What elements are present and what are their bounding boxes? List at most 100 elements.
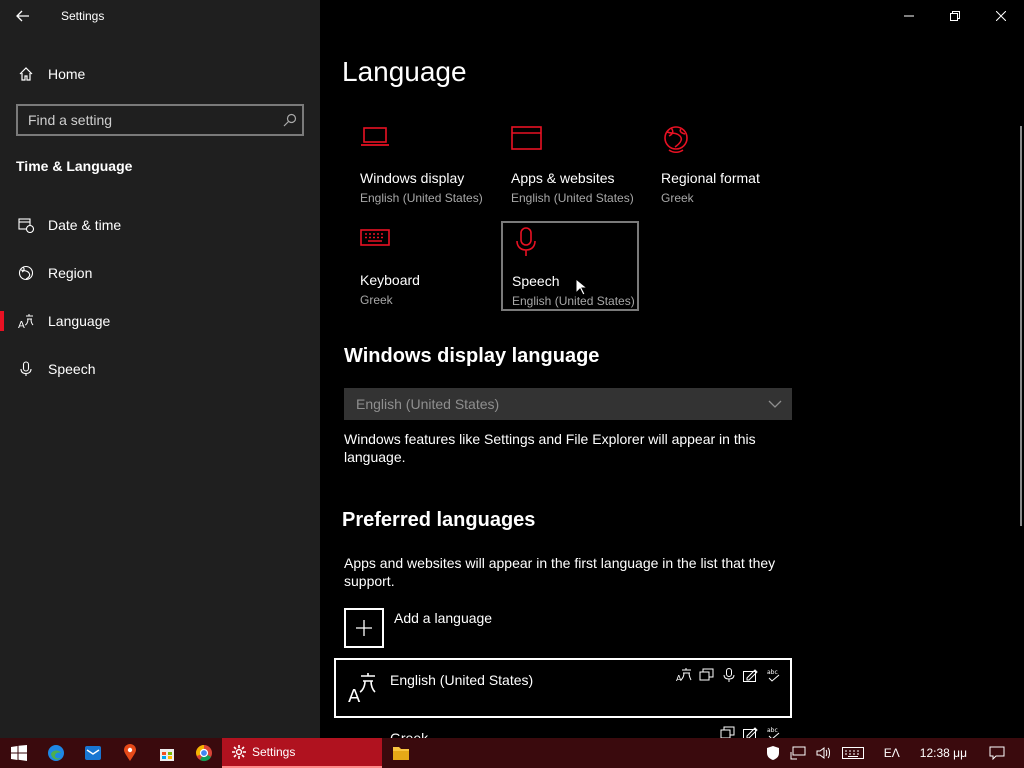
input-language-indicator[interactable]: ΕΛ [879, 746, 905, 760]
close-button[interactable] [978, 0, 1024, 32]
taskbar-maps[interactable] [111, 738, 148, 768]
tile-name: Regional format [661, 170, 760, 186]
taskbar-app-blue[interactable] [74, 738, 111, 768]
add-language-button[interactable] [344, 608, 384, 648]
add-language-label[interactable]: Add a language [394, 610, 492, 626]
svg-text:A: A [18, 320, 25, 329]
network-icon[interactable] [785, 746, 811, 760]
language-name: Greek [390, 730, 429, 738]
mail-app-icon [84, 746, 101, 760]
close-icon [996, 11, 1006, 21]
home-icon [17, 65, 35, 83]
tile-subtitle: English (United States) [512, 294, 635, 308]
language-features: abc [720, 726, 782, 738]
svg-text:abc: abc [767, 669, 778, 676]
tile-subtitle: English (United States) [360, 191, 483, 205]
edge-browser-icon [47, 745, 64, 761]
search-icon[interactable] [278, 113, 302, 127]
sidebar-item-label: Language [48, 313, 111, 329]
notification-icon[interactable] [984, 746, 1010, 760]
taskbar-settings-label: Settings [252, 745, 296, 759]
tile-name: Speech [512, 273, 560, 289]
taskbar-edge[interactable] [37, 738, 74, 768]
sidebar-item-region[interactable]: Region [0, 253, 320, 293]
text-to-speech-icon [720, 726, 735, 738]
tile-name: Apps & websites [511, 170, 615, 186]
display-language-heading: Windows display language [344, 345, 600, 367]
minimize-icon [904, 15, 914, 17]
display-language-dropdown[interactable]: English (United States) [344, 388, 792, 420]
tile-keyboard[interactable]: Keyboard Greek [351, 222, 489, 312]
text-to-speech-icon [699, 668, 714, 681]
start-button[interactable] [0, 738, 37, 768]
back-button[interactable] [0, 0, 46, 32]
nav-home-label: Home [48, 66, 86, 82]
windows-logo-icon [10, 745, 27, 761]
sidebar-item-label: Region [48, 265, 93, 281]
language-glyph-icon: A [348, 672, 380, 709]
svg-text:A: A [676, 674, 682, 682]
sidebar-item-label: Speech [48, 361, 96, 377]
tile-regional-format[interactable]: Regional format Greek [652, 120, 790, 210]
store-bag-icon [159, 749, 174, 761]
system-tray: ΕΛ 12:38 μμ [761, 738, 1024, 768]
window-controls [886, 0, 1024, 32]
microphone-icon [17, 360, 35, 378]
tile-name: Windows display [360, 170, 465, 186]
keyboard-icon [360, 226, 480, 260]
display-language-note: Windows features like Settings and File … [344, 431, 756, 465]
taskbar-chrome[interactable] [185, 738, 222, 768]
taskbar-settings[interactable]: Settings [222, 738, 382, 768]
laptop-icon [360, 124, 480, 158]
sidebar-item-language[interactable]: A Language [0, 301, 320, 341]
sidebar-item-date-time[interactable]: Date & time [0, 205, 320, 245]
app-title: Settings [61, 9, 105, 23]
taskbar-file-explorer[interactable] [382, 738, 419, 768]
taskbar-store[interactable] [148, 738, 185, 768]
calendar-clock-icon [17, 216, 35, 234]
folder-icon [392, 747, 409, 760]
section-title: Time & Language [16, 158, 133, 174]
clock[interactable]: 12:38 μμ [915, 746, 972, 760]
plus-icon [356, 620, 372, 636]
nav-home[interactable]: Home [0, 56, 320, 92]
tile-speech[interactable]: Speech English (United States) [501, 221, 639, 311]
preferred-languages-note: Apps and websites will appear in the fir… [344, 555, 776, 589]
search-box[interactable] [16, 104, 304, 136]
language-row-english[interactable]: A English (United States) A abc [334, 658, 792, 718]
language-features: A abc [676, 668, 782, 682]
tile-windows-display[interactable]: Windows display English (United States) [351, 120, 489, 210]
tile-subtitle: Greek [661, 191, 694, 205]
volume-icon[interactable] [811, 746, 837, 760]
tile-name: Keyboard [360, 272, 420, 288]
minimize-button[interactable] [886, 0, 932, 32]
tile-subtitle: English (United States) [511, 191, 634, 205]
sidebar-item-speech[interactable]: Speech [0, 349, 320, 389]
scrollbar[interactable] [1020, 126, 1022, 526]
sidebar-item-label: Date & time [48, 217, 122, 233]
display-language-icon: A [676, 668, 692, 682]
browser-window-icon [511, 124, 631, 158]
svg-text:abc: abc [767, 727, 778, 734]
page-title: Language [342, 56, 467, 87]
spellcheck-icon: abc [767, 669, 780, 682]
language-row-greek[interactable]: Greek abc [334, 720, 792, 738]
handwriting-icon [743, 727, 758, 738]
chrome-browser-icon [195, 745, 212, 762]
back-arrow-icon [16, 10, 29, 22]
gear-icon [232, 745, 246, 759]
tile-subtitle: Greek [360, 293, 393, 307]
restore-button[interactable] [932, 0, 978, 32]
microphone-icon [512, 227, 628, 261]
map-pin-icon [123, 744, 136, 761]
search-input[interactable] [18, 112, 278, 128]
chevron-down-icon [768, 400, 782, 408]
tile-apps-websites[interactable]: Apps & websites English (United States) [502, 120, 640, 210]
dropdown-value: English (United States) [356, 396, 500, 412]
handwriting-icon [743, 669, 758, 682]
language-name: English (United States) [390, 672, 534, 688]
sidebar: Settings Home Time & Language Date & tim… [0, 0, 320, 738]
globe-icon [17, 264, 35, 282]
security-shield-icon[interactable] [761, 745, 785, 761]
touch-keyboard-icon[interactable] [837, 747, 869, 759]
